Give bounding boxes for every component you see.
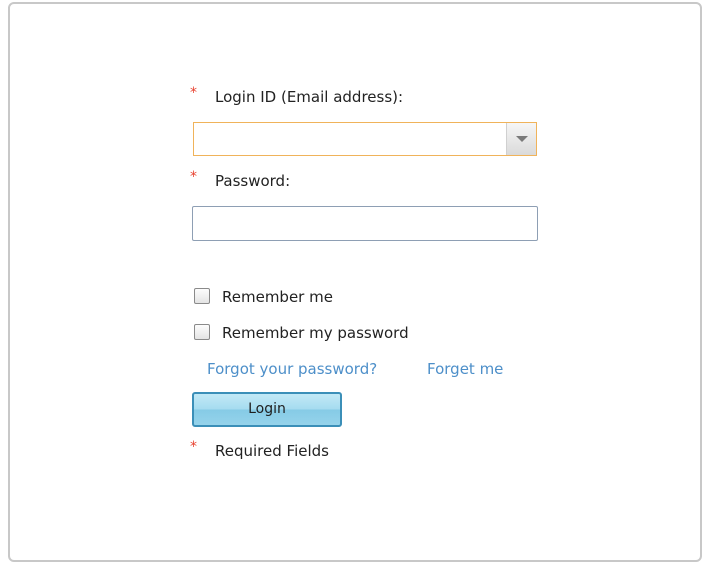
required-fields-note: Required Fields	[215, 442, 329, 460]
password-label: Password:	[215, 172, 291, 190]
remember-me-label[interactable]: Remember me	[222, 288, 333, 306]
forget-me-link[interactable]: Forget me	[427, 360, 503, 378]
remember-password-label[interactable]: Remember my password	[222, 324, 409, 342]
required-star: *	[190, 169, 197, 185]
login-id-label: Login ID (Email address):	[215, 88, 404, 106]
remember-password-checkbox[interactable]	[194, 324, 210, 340]
password-input[interactable]	[192, 206, 538, 241]
combo-dropdown-button[interactable]	[506, 123, 536, 155]
forgot-password-link[interactable]: Forgot your password?	[207, 360, 377, 378]
login-button[interactable]: Login	[192, 392, 342, 427]
remember-me-checkbox[interactable]	[194, 288, 210, 304]
required-star: *	[190, 439, 197, 455]
login-panel	[8, 2, 702, 562]
chevron-down-icon	[516, 136, 528, 142]
required-star: *	[190, 85, 197, 101]
login-id-combobox[interactable]	[193, 122, 537, 156]
